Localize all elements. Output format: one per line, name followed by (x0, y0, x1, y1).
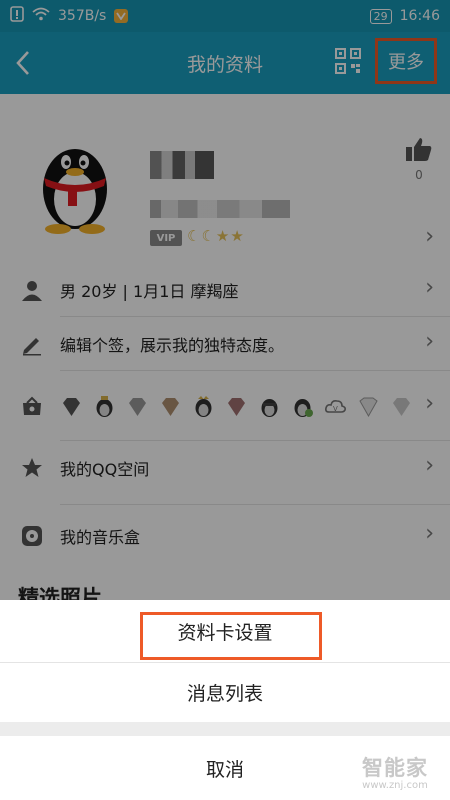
watermark-url: www.znj.com (362, 780, 428, 791)
message-list-option[interactable]: 消息列表 (0, 663, 450, 722)
sheet-gap (0, 722, 450, 736)
watermark-name: 智能家 (362, 756, 428, 780)
highlight-box (140, 612, 322, 660)
watermark: 智能家 www.znj.com (362, 752, 428, 791)
